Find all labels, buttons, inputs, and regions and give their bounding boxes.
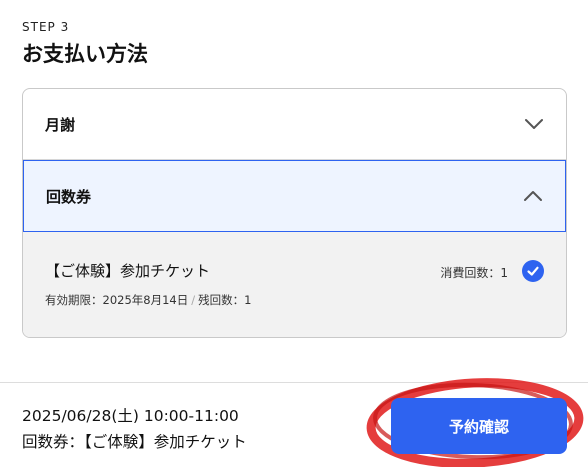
accordion-item-ticket[interactable]: 回数券 bbox=[23, 160, 566, 232]
accordion-item-label: 回数券 bbox=[46, 187, 92, 206]
accordion-item-monthly[interactable]: 月謝 bbox=[23, 89, 566, 160]
step-label: STEP 3 bbox=[22, 20, 70, 34]
selected-check-icon[interactable] bbox=[522, 260, 544, 282]
meta-separator: / bbox=[191, 293, 196, 307]
page-title: お支払い方法 bbox=[22, 42, 148, 66]
ticket-name: 【ご体験】参加チケット bbox=[45, 262, 211, 280]
ticket-usage: 消費回数：1 bbox=[440, 266, 508, 280]
summary-datetime: 2025/06/28(土) 10:00-11:00 bbox=[22, 407, 239, 425]
chevron-down-icon bbox=[525, 119, 543, 129]
ticket-option[interactable]: 【ご体験】参加チケット 有効期限：2025年8月14日 / 残回数：1 消費回数：1 bbox=[23, 232, 566, 337]
chevron-up-icon bbox=[524, 191, 542, 201]
accordion-item-label: 月謝 bbox=[45, 115, 76, 134]
summary-ticket: 回数券：【ご体験】参加チケット bbox=[22, 433, 247, 451]
ticket-expiry: 有効期限：2025年8月14日 bbox=[45, 293, 189, 307]
ticket-meta: 有効期限：2025年8月14日 / 残回数：1 bbox=[45, 292, 251, 308]
confirm-reservation-button[interactable]: 予約確認 bbox=[391, 398, 567, 454]
ticket-remaining: 残回数：1 bbox=[198, 293, 252, 307]
payment-method-accordion: 月謝 回数券 【ご体験】参加チケット 有効期限：2025年8月14日 / 残回数：1… bbox=[22, 88, 567, 338]
